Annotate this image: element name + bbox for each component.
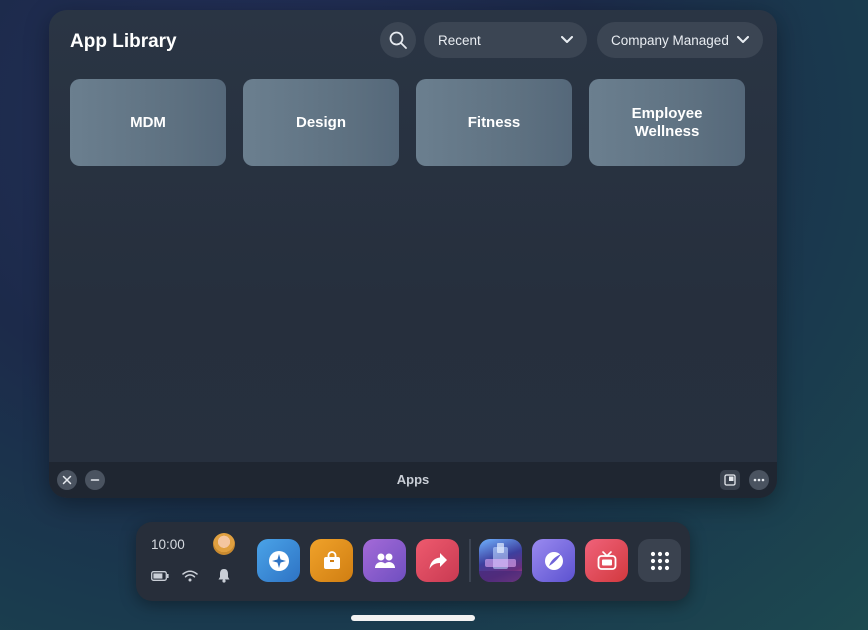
people-icon xyxy=(374,553,395,568)
tv-icon xyxy=(597,550,616,570)
category-tile-design[interactable]: Design xyxy=(243,79,399,166)
more-icon xyxy=(753,478,765,482)
more-button[interactable] xyxy=(749,470,769,490)
store-bag-icon xyxy=(323,550,340,569)
browser-icon xyxy=(544,551,563,570)
chevron-down-icon xyxy=(561,36,573,43)
wifi-icon xyxy=(182,570,198,582)
clock: 10:00 xyxy=(151,537,185,552)
app-library-window: App Library Recent Company Managed MDM D… xyxy=(49,10,777,498)
category-tile-label: MDM xyxy=(130,113,166,131)
explore-app[interactable] xyxy=(257,539,300,582)
share-icon xyxy=(429,552,447,569)
home-indicator[interactable] xyxy=(351,615,475,621)
share-app[interactable] xyxy=(416,539,459,582)
battery-icon xyxy=(151,571,169,581)
resize-icon xyxy=(724,474,736,486)
store-app[interactable] xyxy=(310,539,353,582)
page-title: App Library xyxy=(70,31,177,52)
search-icon xyxy=(389,31,407,49)
game-thumbnail-icon xyxy=(479,543,522,582)
source-dropdown[interactable]: Company Managed xyxy=(597,22,763,58)
browser-app[interactable] xyxy=(532,539,575,582)
sort-dropdown-value: Recent xyxy=(438,32,481,48)
app-library-button[interactable] xyxy=(638,539,681,582)
category-tile-label: Design xyxy=(295,113,346,131)
bell-icon[interactable] xyxy=(217,568,231,583)
explore-icon xyxy=(268,550,289,571)
search-button[interactable] xyxy=(380,22,416,58)
category-tile-label: Employee Wellness xyxy=(631,104,703,140)
chevron-down-icon xyxy=(737,36,749,43)
window-bar: Apps xyxy=(49,462,777,498)
source-dropdown-value: Company Managed xyxy=(611,32,729,48)
category-tile-employee-wellness[interactable]: Employee Wellness xyxy=(589,79,745,166)
app-grid-icon xyxy=(650,551,669,570)
category-tile-fitness[interactable]: Fitness xyxy=(416,79,572,166)
category-tile-label: Fitness xyxy=(467,113,521,131)
dock-divider xyxy=(469,539,471,582)
game-app[interactable] xyxy=(479,539,522,582)
resize-button[interactable] xyxy=(720,470,740,490)
avatar[interactable] xyxy=(213,533,235,555)
people-app[interactable] xyxy=(363,539,406,582)
dock: 10:00 xyxy=(136,522,690,601)
tv-app[interactable] xyxy=(585,539,628,582)
category-tile-mdm[interactable]: MDM xyxy=(70,79,226,166)
window-bar-title: Apps xyxy=(396,472,430,487)
sort-dropdown[interactable]: Recent xyxy=(424,22,587,58)
